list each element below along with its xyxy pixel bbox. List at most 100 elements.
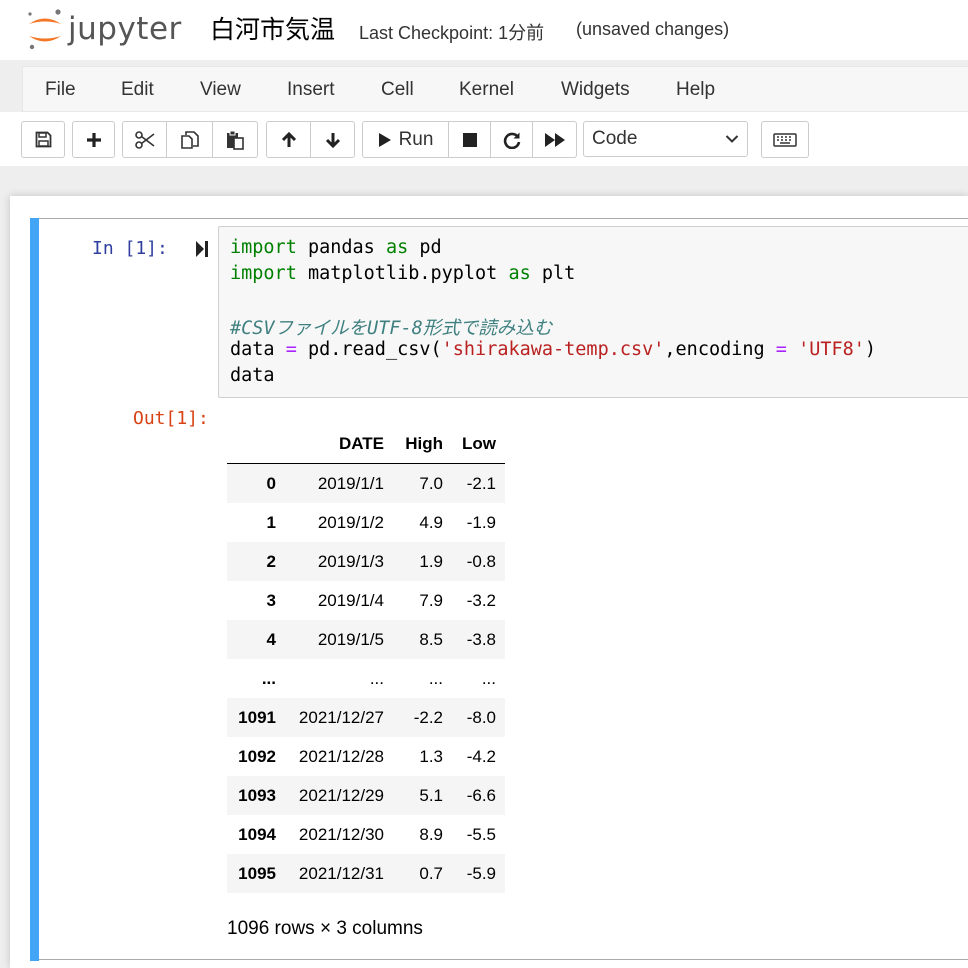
jupyter-logo[interactable]: jupyter [26,6,182,52]
cell-high: 4.9 [419,512,443,532]
menu-cell[interactable]: Cell [381,79,414,101]
output-prompt: Out[1]: [133,408,209,429]
cell-type-value: Code [592,128,638,149]
copy-icon [180,130,199,149]
restart-button[interactable] [491,121,533,158]
table-row: 1 2019/1/2 4.9 -1.9 [227,503,505,542]
checkpoint-status: Last Checkpoint: 1分前 [359,23,545,43]
column-header-date: DATE [338,434,384,453]
header: jupyter 白河市気温 Last Checkpoint: 1分前 (unsa… [0,0,968,60]
cell-high: 0.7 [419,863,443,883]
cell-date: 2019/1/4 [317,590,384,610]
row-index: 1094 [238,824,276,844]
table-row: 1091 2021/12/27 -2.2 -8.0 [227,698,505,737]
cell-low: -4.2 [466,746,496,766]
cell-low: -0.8 [466,551,496,571]
cell-low: -5.9 [466,863,496,883]
cell-date: 2021/12/30 [298,824,384,844]
table-row: 0 2019/1/1 7.0 -2.1 [227,464,505,503]
cell-low: -3.2 [466,590,496,610]
move-down-button[interactable] [311,121,355,158]
table-row: 1094 2021/12/30 8.9 -5.5 [227,815,505,854]
arrow-up-icon [281,131,296,147]
cell-low: -6.6 [466,785,496,805]
run-label: Run [398,128,434,150]
copy-button[interactable] [167,121,213,158]
cell-low: -3.8 [466,629,496,649]
row-index: 4 [266,629,276,649]
cell-date: 2021/12/27 [298,707,384,727]
cell-low: ... [481,668,496,688]
interrupt-button[interactable] [449,121,491,158]
row-index: 1093 [238,785,276,805]
cell-date: 2019/1/2 [317,512,384,532]
menu-kernel[interactable]: Kernel [459,79,514,101]
run-cell-icon[interactable] [195,240,209,258]
selected-cell-indicator [30,218,39,961]
code-input[interactable]: import pandas as pd import matplotlib.py… [218,226,968,398]
row-index: 2 [266,551,276,571]
code-line: data [230,365,275,386]
paste-button[interactable] [213,121,258,158]
row-index: 1092 [238,746,276,766]
stop-icon [462,132,477,147]
run-icon [378,132,391,147]
cell-date: 2019/1/1 [317,473,384,493]
cell-date: ... [369,668,384,688]
paste-icon [227,130,244,150]
menu-insert[interactable]: Insert [287,79,335,101]
menu-file[interactable]: File [45,79,76,101]
cell-date: 2021/12/31 [298,863,384,883]
save-icon [35,131,51,148]
table-row: 1093 2021/12/29 5.1 -6.6 [227,776,505,815]
jupyter-logo-icon [26,7,64,51]
cell-type-select[interactable]: Code [583,121,748,157]
autosave-status: (unsaved changes) [576,19,730,39]
move-up-button[interactable] [266,121,311,158]
column-header-high: High [405,434,443,453]
toolbar: Run [0,112,968,166]
scissors-icon [134,130,154,149]
cell-low: -1.9 [466,512,496,532]
code-comment: #CSVファイルをUTF-8形式で読み込む [230,318,553,339]
table-row: 1095 2021/12/31 0.7 -5.9 [227,854,505,893]
cell-date: 2021/12/28 [298,746,384,766]
cell-low: -2.1 [466,473,496,493]
notebook-title[interactable]: 白河市気温 [210,10,335,46]
cell-date: 2019/1/5 [317,629,384,649]
table-row: 1092 2021/12/28 1.3 -4.2 [227,737,505,776]
insert-cell-button[interactable] [72,121,115,158]
cell-high: 8.5 [419,629,443,649]
command-palette-button[interactable] [761,121,809,158]
cell-high: 5.1 [419,785,443,805]
cut-button[interactable] [122,121,167,158]
cell-low: -5.5 [466,824,496,844]
table-header: DATE High Low [227,425,505,463]
row-index: 1095 [238,863,276,883]
menu-edit[interactable]: Edit [121,79,154,101]
cell-high: ... [428,668,443,688]
cell-high: -2.2 [413,707,443,727]
restart-run-all-button[interactable] [533,121,577,158]
menu-widgets[interactable]: Widgets [561,79,630,101]
cell-high: 1.3 [419,746,443,766]
menubar: File Edit View Insert Cell Kernel Widget… [22,66,968,112]
run-button[interactable]: Run [362,121,449,158]
row-index: 1091 [238,707,276,727]
cell-high: 7.9 [419,590,443,610]
cell-high: 1.9 [419,551,443,571]
column-header-low: Low [462,434,496,453]
save-button[interactable] [21,121,65,158]
menu-help[interactable]: Help [676,79,715,101]
cell-high: 7.0 [419,473,443,493]
menu-view[interactable]: View [200,79,241,101]
table-row-ellipsis: ... ... ... ... [227,659,505,698]
restart-icon [503,132,520,149]
code-line: import matplotlib.pyplot as plt [230,263,576,284]
arrow-down-icon [325,132,340,148]
cell-low: -8.0 [466,707,496,727]
table-row: 2 2019/1/3 1.9 -0.8 [227,542,505,581]
cell-date: 2019/1/3 [317,551,384,571]
table-row: 3 2019/1/4 7.9 -3.2 [227,581,505,620]
row-index: 3 [266,590,276,610]
